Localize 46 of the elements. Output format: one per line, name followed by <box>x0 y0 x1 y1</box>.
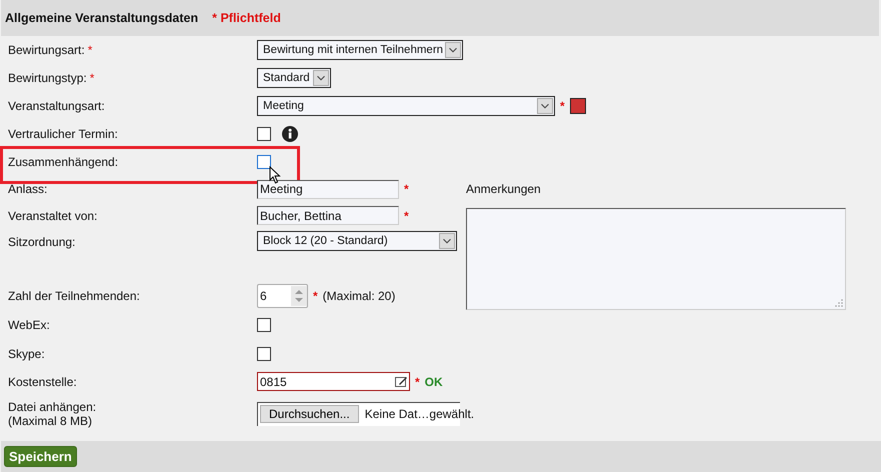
required-marker: * <box>404 208 409 222</box>
resize-grip-icon[interactable] <box>835 299 843 307</box>
text-input[interactable]: Meeting <box>257 180 399 198</box>
dropdown-caret-icon[interactable] <box>439 233 455 249</box>
field-label: Sitzordnung: <box>8 235 76 249</box>
dropdown-select[interactable]: Block 12 (20 - Standard) <box>257 231 457 251</box>
edit-icon[interactable] <box>395 376 407 387</box>
field-label: Zusammenhängend: <box>8 155 120 169</box>
field-label: Anlass: <box>8 182 48 196</box>
browse-button[interactable]: Durchsuchen... <box>260 405 359 423</box>
checkbox[interactable] <box>257 127 271 141</box>
field-label: Bewirtungsart: * <box>8 43 94 57</box>
dropdown-caret-icon[interactable] <box>537 98 553 114</box>
number-input[interactable]: 6 <box>257 284 308 308</box>
required-marker: * <box>313 289 318 303</box>
field-label: Vertraulicher Termin: <box>8 127 119 141</box>
dropdown-caret-icon[interactable] <box>445 42 461 58</box>
text-input[interactable]: 0815 <box>257 372 410 391</box>
field-label: Skype: <box>8 347 46 361</box>
validation-status: OK <box>424 374 443 388</box>
dropdown-caret-icon[interactable] <box>313 70 329 86</box>
checkbox[interactable] <box>257 155 271 169</box>
field-label: Kostenstelle: <box>8 374 78 388</box>
dropdown-select[interactable]: Bewirtung mit internen Teilnehmern <box>257 40 463 60</box>
checkbox[interactable] <box>257 347 271 361</box>
field-sublabel: (Maximal 8 MB) <box>8 414 94 428</box>
info-icon[interactable] <box>282 126 298 142</box>
text-input[interactable]: Bucher, Bettina <box>257 206 399 225</box>
field-label: Veranstaltungsart: <box>8 99 106 113</box>
dropdown-select[interactable]: Meeting <box>257 96 555 116</box>
required-marker: * <box>560 99 565 113</box>
required-note: * Pflichtfeld <box>212 11 281 25</box>
field-label: Bewirtungstyp: * <box>8 71 96 85</box>
checkbox[interactable] <box>257 318 271 332</box>
field-label: Zahl der Teilnehmenden: <box>8 289 141 303</box>
remarks-label: Anmerkungen <box>466 182 542 196</box>
file-status-text: Keine Dat…gewählt. <box>364 407 474 421</box>
dropdown-select[interactable]: Standard <box>257 68 331 88</box>
field-label: Datei anhängen: <box>8 400 98 414</box>
field-label: Veranstaltet von: <box>8 208 98 222</box>
max-note: (Maximal: 20) <box>322 289 396 303</box>
save-button[interactable]: Speichern <box>4 446 77 467</box>
field-label: WebEx: <box>8 318 51 332</box>
required-marker: * <box>404 182 409 196</box>
section-title: Allgemeine Veranstaltungsdaten <box>5 11 198 25</box>
required-marker: * <box>415 374 420 388</box>
